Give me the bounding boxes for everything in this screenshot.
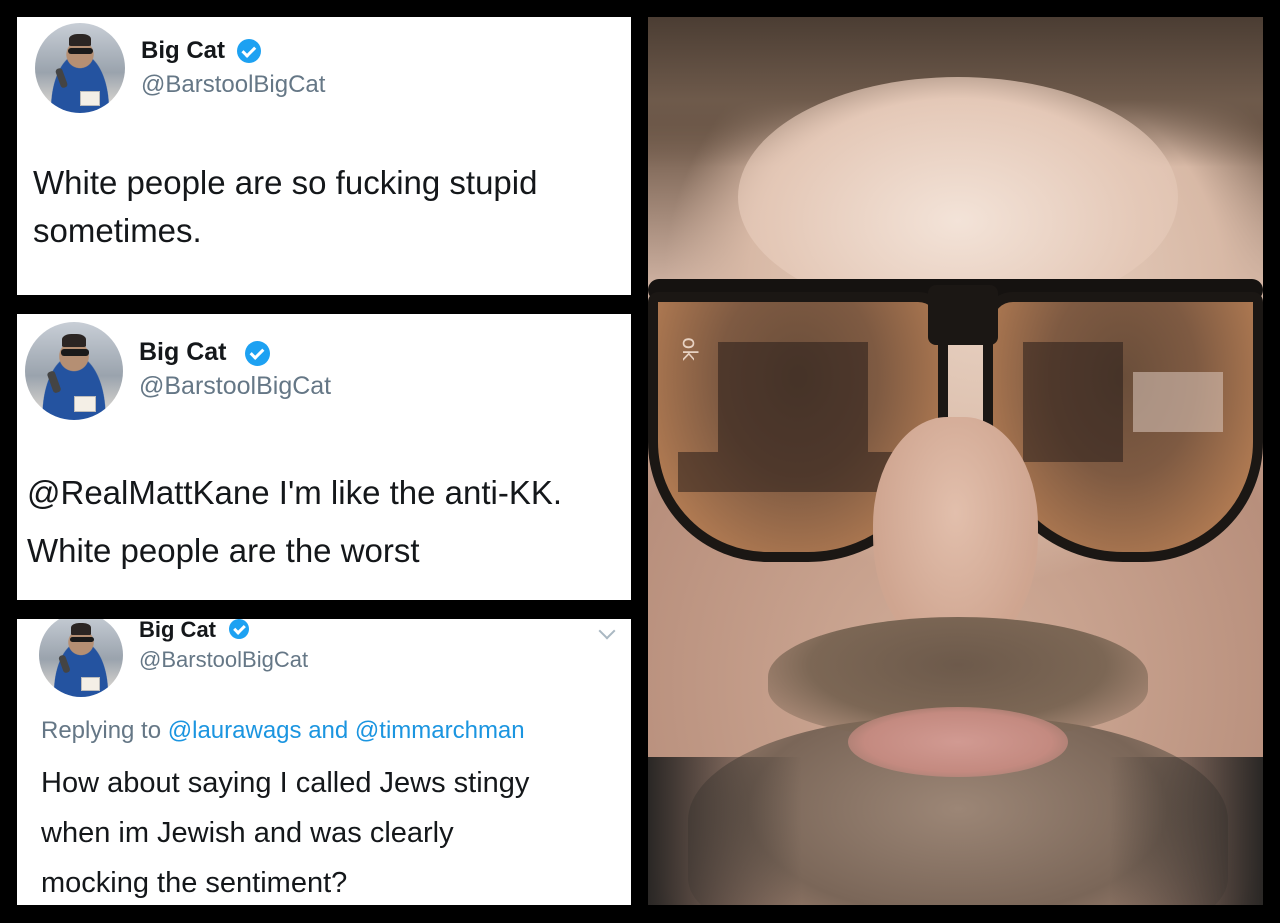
tweet-text-line: sometimes.	[33, 211, 202, 249]
display-name[interactable]: Big Cat	[139, 619, 216, 643]
reply-mention-link[interactable]: @timmarchman	[355, 717, 525, 744]
verified-badge-icon	[237, 39, 261, 63]
chevron-down-icon[interactable]	[598, 622, 616, 640]
replying-to-line: Replying to @laurawags and @timmarchman	[41, 717, 525, 745]
tweet-card-2[interactable]: Big Cat @BarstoolBigCat @RealMattKane I'…	[17, 314, 631, 600]
replying-to-label: Replying to	[41, 717, 162, 744]
verified-badge-icon	[229, 619, 249, 639]
tweet-card-1[interactable]: Big Cat @BarstoolBigCat White people are…	[17, 17, 631, 295]
selfie-photo: ok	[648, 17, 1263, 905]
tweet-text: @RealMattKane I'm like the anti-KK. Whit…	[27, 464, 562, 580]
tweet-text: White people are so fucking stupid somet…	[33, 159, 537, 255]
tweet-text: How about saying I called Jews stingy wh…	[41, 759, 529, 905]
avatar[interactable]	[35, 23, 125, 113]
tweet-text-line: mocking the sentiment?	[41, 866, 348, 899]
tweet-text-line: How about saying I called Jews stingy	[41, 767, 530, 799]
avatar[interactable]	[25, 322, 123, 420]
tweet-text-line: when im Jewish and was clearly	[41, 816, 454, 849]
user-handle[interactable]: @BarstoolBigCat	[139, 372, 331, 401]
tweet-text-line: @RealMattKane I'm like the anti-KK.	[27, 474, 563, 511]
sunglasses-logo: ok	[677, 337, 702, 361]
user-handle[interactable]: @BarstoolBigCat	[139, 647, 308, 673]
sunglasses-bridge	[928, 285, 998, 345]
tweet-card-3[interactable]: Big Cat @BarstoolBigCat Replying to @lau…	[17, 619, 631, 905]
avatar[interactable]	[39, 619, 123, 697]
tweet-text-line: White people are so fucking stupid	[33, 164, 538, 201]
user-handle[interactable]: @BarstoolBigCat	[141, 71, 325, 99]
reply-mention-link[interactable]: @laurawags	[168, 717, 302, 744]
jacket-collar	[648, 757, 1263, 905]
display-name[interactable]: Big Cat	[141, 37, 225, 65]
verified-badge-icon	[245, 341, 270, 366]
reply-and-label: and	[308, 717, 349, 744]
display-name[interactable]: Big Cat	[139, 338, 227, 367]
tweet-text-line: White people are the worst	[27, 531, 420, 569]
